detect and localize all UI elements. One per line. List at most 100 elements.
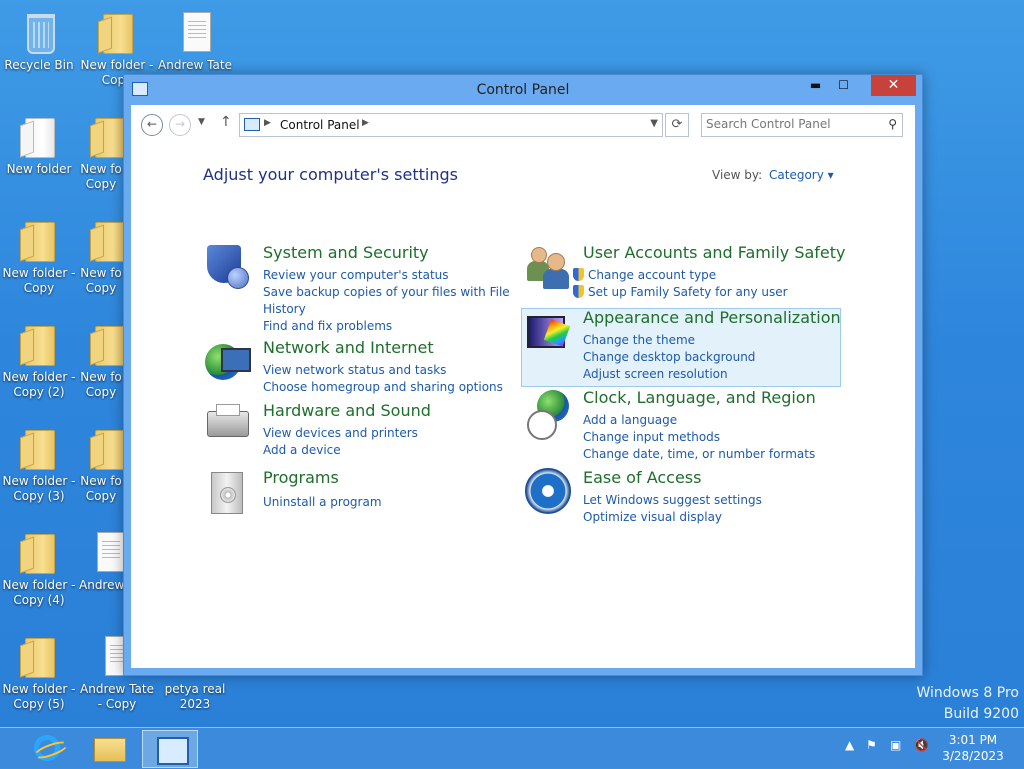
category-title[interactable]: Clock, Language, and Region xyxy=(583,388,816,407)
category-title[interactable]: Network and Internet xyxy=(263,338,434,357)
desktop-icon-folder[interactable]: New folder - Copy xyxy=(1,216,77,296)
up-arrow-icon[interactable]: ↑ xyxy=(220,114,232,130)
desktop-icon-document[interactable]: Andrew xyxy=(79,528,123,593)
category-link[interactable]: Choose homegroup and sharing options xyxy=(263,379,503,396)
category-link[interactable]: Change desktop background xyxy=(583,349,755,366)
show-hidden-icons-chevron-icon[interactable]: ▲ xyxy=(845,738,854,752)
desktop-icon-label: New fo Copy xyxy=(80,474,122,503)
breadcrumb-separator-icon[interactable]: ▶ xyxy=(362,118,369,128)
desktop-icon-folder[interactable]: New folder xyxy=(1,112,77,177)
desktop-icon-label: New folder - Copy (2) xyxy=(2,370,76,399)
network-icon[interactable] xyxy=(203,338,251,386)
category-link[interactable]: Uninstall a program xyxy=(263,494,382,511)
action-center-flag-icon[interactable]: ⚑ xyxy=(866,738,877,752)
control-panel-icon xyxy=(244,118,260,131)
forward-button[interactable]: → xyxy=(169,114,191,136)
view-by-dropdown[interactable]: Category ▾ xyxy=(769,168,834,182)
category-link[interactable]: Review your computer's status xyxy=(263,267,510,284)
category-title[interactable]: Ease of Access xyxy=(583,468,701,487)
category-link[interactable]: Change the theme xyxy=(583,332,755,349)
desktop-icon-label: New fo Copy xyxy=(80,370,122,399)
category-link[interactable]: View network status and tasks xyxy=(263,362,503,379)
desktop-icon-folder[interactable]: New folder - Copy (4) xyxy=(1,528,77,608)
category-link[interactable]: Set up Family Safety for any user xyxy=(573,284,788,301)
breadcrumb-control-panel[interactable]: Control Panel xyxy=(280,118,360,132)
taskbar-control-panel[interactable] xyxy=(142,730,198,768)
document-icon xyxy=(85,528,123,576)
desktop-icon-folder[interactable]: New fo Copy xyxy=(79,320,123,400)
clock-globe-icon[interactable] xyxy=(523,388,571,440)
link-text: Change account type xyxy=(588,268,717,282)
desktop-icon-recycle-bin[interactable]: Recycle Bin xyxy=(1,8,77,73)
desktop-icon-folder[interactable]: New folder - Copy (3) xyxy=(1,424,77,504)
address-dropdown-chevron-icon[interactable]: ▼ xyxy=(650,118,658,129)
category-link[interactable]: Change input methods xyxy=(583,429,815,446)
close-button[interactable]: ✕ xyxy=(871,75,916,96)
desktop-icon-label: New folder - Copy xyxy=(2,266,76,295)
category-title[interactable]: Hardware and Sound xyxy=(263,401,431,420)
taskbar-internet-explorer[interactable] xyxy=(18,730,72,766)
address-bar[interactable]: ▶ Control Panel ▶ ▼ xyxy=(239,113,663,137)
network-tray-icon[interactable]: ▣ xyxy=(890,738,901,752)
volume-muted-icon[interactable]: 🔇 xyxy=(914,738,929,752)
folder-icon xyxy=(85,216,123,264)
uac-shield-icon xyxy=(573,268,584,281)
printer-icon[interactable] xyxy=(203,401,251,449)
clock-time: 3:01 PM xyxy=(948,733,998,747)
category-link[interactable]: Optimize visual display xyxy=(583,509,762,526)
folder-icon xyxy=(15,320,63,368)
desktop-icon-folder[interactable]: New folder - Copy (2) xyxy=(1,320,77,400)
search-input[interactable] xyxy=(706,116,876,132)
desktop-icon-label: Andrew xyxy=(79,578,123,592)
category-link[interactable]: Save backup copies of your files with Fi… xyxy=(263,284,510,301)
recycle-bin-icon xyxy=(15,8,63,56)
category-link[interactable]: Let Windows suggest settings xyxy=(583,492,762,509)
folder-icon xyxy=(85,112,123,160)
category-link[interactable]: Change account type xyxy=(573,267,788,284)
control-panel-icon xyxy=(157,737,189,765)
desktop-icon-folder[interactable]: New folder - Copy (5) xyxy=(1,632,77,712)
desktop-icon-label: New folder - Copy (3) xyxy=(2,474,76,503)
folder-icon xyxy=(15,216,63,264)
folder-icon xyxy=(15,424,63,472)
search-box[interactable]: ⚲ xyxy=(701,113,903,137)
maximize-button[interactable]: ☐ xyxy=(830,75,857,96)
category-link[interactable]: Adjust screen resolution xyxy=(583,366,755,383)
appearance-icon[interactable] xyxy=(523,308,571,356)
breadcrumb-separator-icon[interactable]: ▶ xyxy=(264,118,271,128)
category-link[interactable]: Find and fix problems xyxy=(263,318,510,335)
ease-of-access-icon[interactable] xyxy=(523,468,571,516)
watermark-edition: Windows 8 Pro xyxy=(916,685,1019,701)
category-link[interactable]: Add a device xyxy=(263,442,418,459)
desktop-icon-folder[interactable]: New fo Copy xyxy=(79,112,123,192)
programs-icon[interactable] xyxy=(203,468,251,516)
category-title[interactable]: User Accounts and Family Safety xyxy=(583,243,846,262)
category-title[interactable]: Programs xyxy=(263,468,339,487)
title-bar[interactable]: Control Panel ▬ ☐ ✕ xyxy=(124,75,922,105)
back-button[interactable]: ← xyxy=(141,114,163,136)
category-link[interactable]: Add a language xyxy=(583,412,815,429)
category-title[interactable]: System and Security xyxy=(263,243,429,262)
desktop-icon-folder[interactable]: New fo Copy xyxy=(79,424,123,504)
internet-explorer-icon xyxy=(34,735,60,761)
category-link[interactable]: History xyxy=(263,301,510,318)
minimize-button[interactable]: ▬ xyxy=(802,75,829,96)
link-text: Set up Family Safety for any user xyxy=(588,285,788,299)
recent-locations-chevron-icon[interactable]: ▼ xyxy=(198,117,205,127)
shield-icon[interactable] xyxy=(203,243,251,291)
search-icon[interactable]: ⚲ xyxy=(888,117,897,131)
refresh-button[interactable]: ⟳ xyxy=(665,113,689,137)
category-link[interactable]: Change date, time, or number formats xyxy=(583,446,815,463)
folder-icon xyxy=(15,528,63,576)
users-icon[interactable] xyxy=(523,243,571,291)
category-link[interactable]: View devices and printers xyxy=(263,425,418,442)
system-clock[interactable]: 3:01 PM 3/28/2023 xyxy=(940,732,1006,764)
desktop-icon-document[interactable]: Andrew Tate xyxy=(157,8,233,73)
control-panel-window: Control Panel ▬ ☐ ✕ ← → ▼ ↑ ▶ Control Pa… xyxy=(123,74,923,676)
category-title[interactable]: Appearance and Personalization xyxy=(583,308,841,327)
taskbar-file-explorer[interactable] xyxy=(80,730,134,766)
document-icon xyxy=(171,8,219,56)
desktop-icon-folder[interactable]: New fo Copy xyxy=(79,216,123,296)
page-heading: Adjust your computer's settings xyxy=(203,165,458,184)
view-by-label: View by: xyxy=(712,168,763,182)
